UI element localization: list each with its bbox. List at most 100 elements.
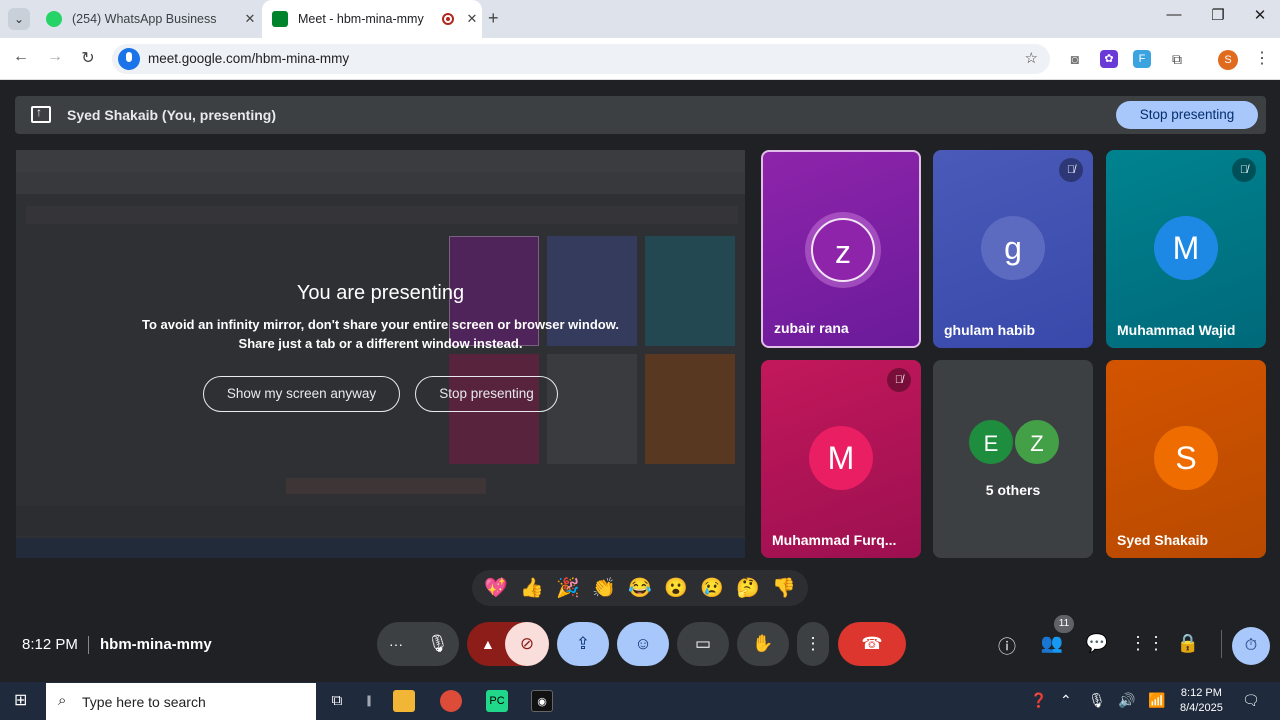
present-button[interactable]: ⇪ <box>557 622 609 666</box>
show-screen-anyway-button[interactable]: Show my screen anyway <box>203 376 400 412</box>
leave-call-button[interactable]: ☎ <box>838 622 906 666</box>
others-avatar: E <box>967 418 1015 466</box>
more-options-button[interactable]: ⋮ <box>797 622 829 666</box>
meeting-code: hbm-mina-mmy <box>100 636 212 653</box>
mirror-tile <box>547 354 637 464</box>
mic-icon[interactable]: 🎙 <box>427 622 449 666</box>
shared-screen-preview: You are presenting To avoid an infinity … <box>16 150 745 558</box>
mic-in-use-icon[interactable] <box>118 48 140 70</box>
tab-meet[interactable]: Meet - hbm-mina-mmy ✕ <box>262 0 482 38</box>
camera-off-icon[interactable]: ⊘ <box>505 622 549 666</box>
tab-whatsapp[interactable]: (254) WhatsApp Business ✕ <box>36 0 260 38</box>
close-tab-icon[interactable]: ✕ <box>240 11 260 27</box>
bookmark-star-icon[interactable]: ☆ <box>1025 49 1038 67</box>
sad-reaction[interactable]: 😢 <box>700 576 724 600</box>
mirror-warning-line2: Share just a tab or a different window i… <box>238 336 523 351</box>
participant-name: Muhammad Wajid <box>1117 322 1236 338</box>
task-view-icon[interactable]: ⧉ <box>326 690 348 712</box>
meet-icon <box>272 11 288 27</box>
avatar: M <box>809 426 873 490</box>
browser-toolbar: ← → ↻ meet.google.com/hbm-mina-mmy ☆ ◙ ✿… <box>0 38 1280 80</box>
chevron-up-icon[interactable]: ⌃ <box>1060 692 1072 709</box>
chevron-up-icon[interactable]: ▲ <box>481 622 495 666</box>
host-controls-icon[interactable]: 🔒 <box>1175 633 1201 654</box>
app-icon[interactable]: ◉ <box>531 690 553 712</box>
participant-tile[interactable]: 🎙̸ g ghulam habib <box>933 150 1093 348</box>
stop-presenting-button[interactable]: Stop presenting <box>1116 101 1258 129</box>
puzzle-icon[interactable]: ⧉ <box>1168 50 1186 68</box>
participant-name: Syed Shakaib <box>1117 532 1209 548</box>
participant-tile[interactable]: 🎙̸ M Muhammad Wajid <box>1106 150 1266 348</box>
divider <box>88 636 89 654</box>
close-window-button[interactable]: ✕ <box>1238 6 1280 24</box>
minimize-button[interactable]: — <box>1152 6 1196 23</box>
reactions-bar: 💖 👍 🎉 👏 😂 😮 😢 🤔 👎 <box>472 570 808 606</box>
back-button[interactable]: ← <box>9 48 33 66</box>
clap-reaction[interactable]: 👏 <box>592 576 616 600</box>
activities-icon[interactable]: ⋮⋮ <box>1129 633 1165 654</box>
emoji-button[interactable]: ☺ <box>617 622 669 666</box>
wifi-icon[interactable]: 📶 <box>1148 692 1165 709</box>
address-bar[interactable]: meet.google.com/hbm-mina-mmy ☆ <box>112 44 1050 74</box>
search-placeholder: Type here to search <box>82 694 206 710</box>
taskbar-search[interactable]: ⌕ Type here to search <box>46 683 316 720</box>
close-tab-icon[interactable]: ✕ <box>462 11 482 27</box>
mirror-banner <box>26 206 738 224</box>
tab-search-button[interactable]: ⌄ <box>8 8 30 30</box>
hand-icon: ✋ <box>752 634 774 653</box>
info-icon[interactable]: ⓘ <box>994 633 1020 659</box>
camera-icon[interactable]: ◙ <box>1066 50 1084 68</box>
heart-reaction[interactable]: 💖 <box>484 576 508 600</box>
mirror-tile <box>645 354 735 464</box>
chat-icon[interactable]: 💬 <box>1084 633 1110 654</box>
participant-tile[interactable]: z zubair rana <box>761 150 921 348</box>
stop-presenting-overlay-button[interactable]: Stop presenting <box>415 376 558 412</box>
whatsapp-icon <box>46 11 62 27</box>
surprised-reaction[interactable]: 😮 <box>664 576 688 600</box>
party-reaction[interactable]: 🎉 <box>556 576 580 600</box>
pycharm-icon[interactable]: PC <box>486 690 508 712</box>
avatar: z <box>811 218 875 282</box>
avatar: S <box>1154 426 1218 490</box>
mic-off-icon: 🎙̸ <box>1232 158 1256 182</box>
participant-name: ghulam habib <box>944 322 1035 338</box>
more-dots-icon[interactable]: ··· <box>389 622 403 666</box>
people-icon[interactable]: 👥 <box>1039 633 1065 654</box>
thinking-reaction[interactable]: 🤔 <box>736 576 760 600</box>
maximize-button[interactable]: ❐ <box>1196 6 1240 24</box>
browser-menu-icon[interactable]: ⋮ <box>1254 48 1270 68</box>
kebab-icon: ⋮ <box>804 634 822 653</box>
profile-avatar[interactable]: S <box>1218 50 1238 70</box>
microphone-tray-icon[interactable]: 🎙 <box>1088 692 1106 709</box>
camera-control[interactable]: ▲ ⊘ <box>467 622 549 666</box>
taskbar-time: 8:12 PM <box>1180 687 1222 699</box>
participant-tile[interactable]: 🎙̸ M Muhammad Furq... <box>761 360 921 558</box>
taskbar-clock[interactable]: 8:12 PM 8/4/2025 <box>1180 686 1223 716</box>
captions-button[interactable]: ▭ <box>677 622 729 666</box>
volume-icon[interactable]: 🔊 <box>1118 692 1135 709</box>
laugh-reaction[interactable]: 😂 <box>628 576 652 600</box>
notifications-icon[interactable]: 🗨 <box>1242 692 1260 709</box>
chrome-icon[interactable] <box>440 690 462 712</box>
present-screen-icon: ⇪ <box>575 634 591 653</box>
windows-start-icon[interactable]: ⊞ <box>14 692 32 710</box>
participant-tile[interactable]: S Syed Shakaib <box>1106 360 1266 558</box>
avatar: g <box>981 216 1045 280</box>
help-icon[interactable]: ❓ <box>1030 692 1047 709</box>
extension-icon[interactable]: ✿ <box>1100 50 1118 68</box>
new-tab-button[interactable]: + <box>488 8 499 29</box>
thumbs-down-reaction[interactable]: 👎 <box>772 576 796 600</box>
mirror-toolbar <box>16 172 745 194</box>
raise-hand-button[interactable]: ✋ <box>737 622 789 666</box>
others-tile[interactable]: E Z 5 others <box>933 360 1093 558</box>
reload-button[interactable]: ↻ <box>76 48 100 68</box>
mirror-tabbar <box>16 150 745 172</box>
file-explorer-icon[interactable] <box>393 690 415 712</box>
widgets-icon[interactable]: ∥ <box>358 690 380 712</box>
forward-button[interactable]: → <box>43 48 67 66</box>
extension-icon[interactable]: F <box>1133 50 1151 68</box>
mirror-taskbar <box>16 538 745 558</box>
timer-icon[interactable]: ⏱ <box>1232 627 1270 665</box>
mic-control[interactable]: ··· 🎙 <box>377 622 459 666</box>
thumbs-up-reaction[interactable]: 👍 <box>520 576 544 600</box>
